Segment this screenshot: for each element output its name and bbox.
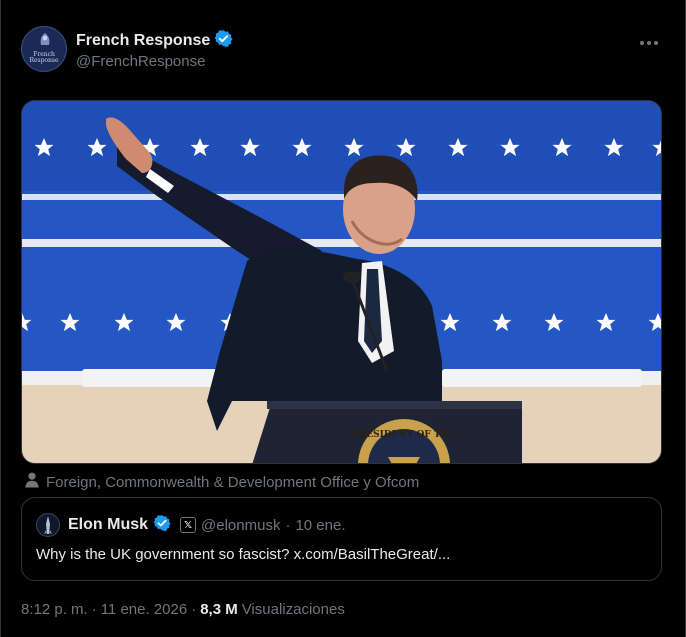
more-options-icon[interactable]	[639, 30, 659, 51]
quoted-verified-badge-icon[interactable]	[153, 514, 171, 537]
avatar-emblem-icon	[40, 33, 50, 45]
views-count: 8,3 M	[200, 601, 238, 618]
media-attribution[interactable]: Foreign, Commonwealth & Development Offi…	[25, 472, 419, 492]
quoted-tweet[interactable]: Elon Musk 𝕏 @elonmusk · 10 ene. Why is t…	[21, 497, 662, 581]
quoted-date[interactable]: 10 ene.	[295, 517, 345, 534]
quoted-text: Why is the UK government so fascist? x.c…	[36, 546, 451, 563]
author-display-name[interactable]: French Response	[76, 32, 210, 50]
quoted-author-handle: @elonmusk	[201, 516, 281, 534]
quoted-author-avatar[interactable]	[36, 513, 60, 537]
author-avatar[interactable]: French Response	[21, 26, 67, 72]
post-time[interactable]: 8:12 p. m.	[21, 601, 88, 618]
meta-separator: ·	[191, 601, 197, 618]
tweet-header: French Response French Response @FrenchR…	[21, 26, 665, 74]
quoted-separator: ·	[285, 516, 291, 534]
person-icon	[25, 472, 39, 492]
tweet-image[interactable]: PRESIDENT OF THE	[21, 100, 662, 464]
x-affiliate-badge-icon[interactable]: 𝕏	[180, 517, 197, 533]
quoted-author-name[interactable]: Elon Musk	[68, 516, 148, 534]
attribution-text: Foreign, Commonwealth & Development Offi…	[46, 473, 420, 491]
meta-separator: ·	[91, 601, 97, 618]
post-date[interactable]: 11 ene. 2026	[101, 601, 187, 618]
verified-badge-icon[interactable]	[214, 29, 233, 53]
tweet-meta: 8:12 p. m. · 11 ene. 2026 · 8,3 M Visual…	[21, 601, 345, 618]
views-label: Visualizaciones	[241, 601, 345, 618]
presidential-seal-text: PRESIDENT OF THE	[352, 430, 456, 440]
tweet-detail: French Response French Response @FrenchR…	[0, 0, 686, 637]
avatar-text: French Response	[29, 51, 59, 64]
author-handle[interactable]: @FrenchResponse	[76, 53, 205, 70]
